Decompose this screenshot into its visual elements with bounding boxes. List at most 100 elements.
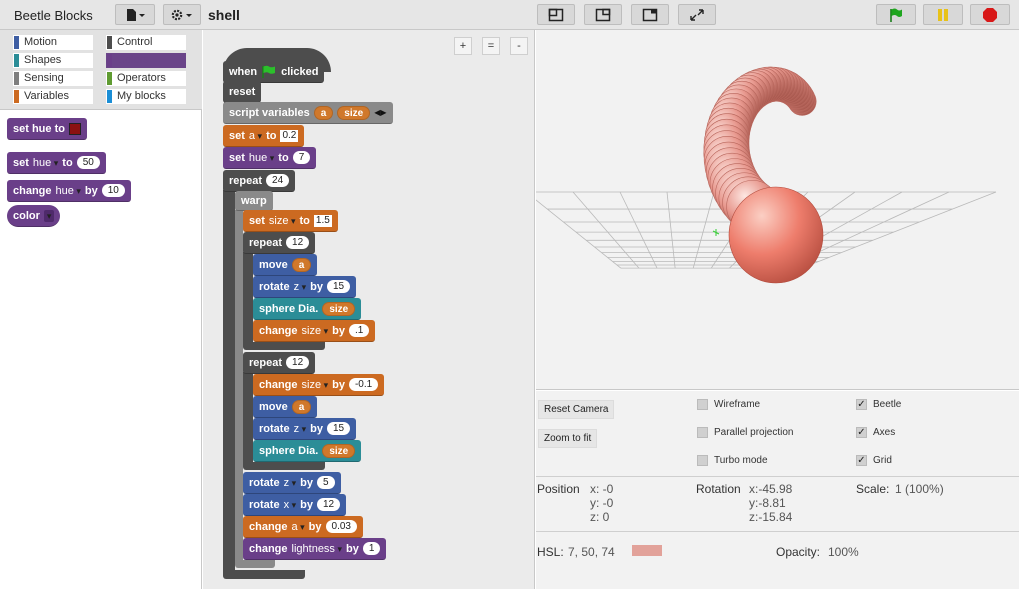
small-stage-button[interactable] bbox=[584, 4, 622, 25]
value-input[interactable]: 50 bbox=[76, 156, 100, 169]
stage-3d-view[interactable] bbox=[536, 30, 1019, 390]
turbo-mode-option[interactable]: Turbo mode bbox=[697, 455, 768, 466]
set-hue-block[interactable]: set hue to 50 bbox=[7, 152, 106, 174]
hue-dropdown[interactable]: hue bbox=[33, 157, 58, 169]
rotate-z-block[interactable]: rotate z by 15 bbox=[253, 276, 357, 298]
set-size-block[interactable]: set size to 1.5 bbox=[243, 210, 338, 232]
variable-dropdown[interactable]: a bbox=[292, 521, 305, 533]
category-my-blocks[interactable]: My blocks bbox=[106, 89, 186, 104]
variable-size[interactable]: size bbox=[322, 443, 356, 458]
category-control[interactable]: Control bbox=[106, 35, 186, 50]
hue-color-swatch[interactable] bbox=[68, 122, 81, 135]
variable-dropdown[interactable]: a bbox=[249, 130, 262, 142]
category-sensing[interactable]: Sensing bbox=[13, 71, 93, 86]
axes-option[interactable]: ✓ Axes bbox=[856, 427, 895, 438]
stage-only-button[interactable] bbox=[631, 4, 669, 25]
change-lightness-block[interactable]: change lightness by 1 bbox=[243, 538, 387, 560]
green-flag-button[interactable] bbox=[876, 4, 916, 25]
normal-stage-button[interactable] bbox=[537, 4, 575, 25]
value-input[interactable]: 7 bbox=[292, 151, 311, 164]
value-input[interactable]: 1 bbox=[362, 542, 381, 555]
fullscreen-button[interactable] bbox=[678, 4, 716, 25]
wireframe-checkbox[interactable] bbox=[697, 399, 708, 410]
variable-a[interactable]: a bbox=[313, 105, 334, 120]
axes-checkbox[interactable]: ✓ bbox=[856, 427, 867, 438]
beetle-checkbox[interactable]: ✓ bbox=[856, 399, 867, 410]
wireframe-option[interactable]: Wireframe bbox=[697, 399, 760, 410]
variable-dropdown[interactable]: size bbox=[269, 215, 296, 227]
rotate-z-block[interactable]: rotate z by 5 bbox=[243, 472, 341, 494]
value-input[interactable]: 10 bbox=[101, 184, 125, 197]
beetle-option[interactable]: ✓ Beetle bbox=[856, 399, 901, 410]
variable-dropdown[interactable]: size bbox=[302, 379, 329, 391]
move-block[interactable]: move a bbox=[253, 396, 318, 418]
parallel-projection-option[interactable]: Parallel projection bbox=[697, 427, 794, 438]
turbo-mode-checkbox[interactable] bbox=[697, 455, 708, 466]
change-size-block[interactable]: change size by -0.1 bbox=[253, 374, 385, 396]
reset-camera-button[interactable]: Reset Camera bbox=[538, 400, 615, 419]
parallel-projection-checkbox[interactable] bbox=[697, 427, 708, 438]
category-motion[interactable]: Motion bbox=[13, 35, 93, 50]
move-block[interactable]: move a bbox=[253, 254, 318, 276]
rotate-z-block[interactable]: rotate z by 15 bbox=[253, 418, 357, 440]
hue-dropdown[interactable]: hue bbox=[249, 152, 274, 164]
sphere-block[interactable]: sphere Dia. size bbox=[253, 298, 362, 320]
category-operators[interactable]: Operators bbox=[106, 71, 186, 86]
value-input[interactable]: 15 bbox=[326, 280, 351, 293]
stop-button[interactable] bbox=[970, 4, 1010, 25]
zoom-reset-button[interactable]: = bbox=[482, 37, 500, 55]
value-input[interactable]: 12 bbox=[286, 236, 310, 249]
axis-dropdown[interactable]: z bbox=[294, 423, 307, 435]
change-size-block[interactable]: change size by .1 bbox=[253, 320, 376, 342]
repeat-12-block[interactable]: repeat 12 bbox=[243, 232, 316, 254]
category-shapes[interactable]: Shapes bbox=[13, 53, 93, 68]
color-reporter-block[interactable]: color bbox=[7, 205, 61, 227]
set-hue-to-color-block[interactable]: set hue to bbox=[7, 118, 87, 140]
pause-button[interactable] bbox=[923, 4, 963, 25]
axis-dropdown[interactable]: z bbox=[294, 281, 307, 293]
arrows-icon[interactable]: ◀▶ bbox=[374, 108, 386, 117]
zoom-out-button[interactable]: - bbox=[510, 37, 528, 55]
grid-checkbox[interactable]: ✓ bbox=[856, 455, 867, 466]
value-input[interactable]: 5 bbox=[316, 476, 335, 489]
set-a-block[interactable]: set a to 0.2 bbox=[223, 125, 305, 147]
value-input[interactable]: 12 bbox=[316, 498, 341, 511]
variable-dropdown[interactable]: size bbox=[302, 325, 329, 337]
category-variables[interactable]: Variables bbox=[13, 89, 93, 104]
color-attribute-dropdown[interactable]: lightness bbox=[292, 543, 342, 555]
value-input[interactable]: .1 bbox=[348, 324, 370, 337]
script-variables-block[interactable]: script variables a size ◀▶ bbox=[223, 102, 393, 124]
variable-size[interactable]: size bbox=[322, 301, 356, 316]
hue-dropdown[interactable]: hue bbox=[56, 185, 81, 197]
block-label: warp bbox=[241, 194, 267, 207]
value-input[interactable]: 24 bbox=[266, 174, 290, 187]
variable-a[interactable]: a bbox=[291, 257, 312, 272]
repeat-24-block[interactable]: repeat 24 bbox=[223, 170, 296, 192]
axis-dropdown[interactable]: x bbox=[284, 499, 297, 511]
warp-block[interactable]: warp bbox=[235, 191, 273, 211]
value-input[interactable]: 0.2 bbox=[280, 129, 299, 142]
zoom-to-fit-button[interactable]: Zoom to fit bbox=[538, 429, 598, 448]
change-hue-block[interactable]: change hue by 10 bbox=[7, 180, 131, 202]
repeat-12-block[interactable]: repeat 12 bbox=[243, 352, 316, 374]
value-input[interactable]: 1.5 bbox=[313, 214, 332, 227]
variable-size[interactable]: size bbox=[337, 105, 371, 120]
set-hue-block[interactable]: set hue to 7 bbox=[223, 147, 317, 169]
category-colors[interactable]: Colors bbox=[106, 53, 186, 68]
when-flag-clicked-block[interactable]: when clicked bbox=[223, 61, 325, 83]
zoom-in-button[interactable]: + bbox=[454, 37, 472, 55]
grid-option[interactable]: ✓ Grid bbox=[856, 455, 892, 466]
axis-dropdown[interactable]: z bbox=[284, 477, 297, 489]
file-menu-button[interactable] bbox=[115, 4, 155, 25]
color-dropdown[interactable] bbox=[43, 209, 55, 222]
value-input[interactable]: -0.1 bbox=[348, 378, 379, 391]
value-input[interactable]: 12 bbox=[286, 356, 310, 369]
value-input[interactable]: 15 bbox=[326, 422, 351, 435]
rotate-x-block[interactable]: rotate x by 12 bbox=[243, 494, 347, 516]
sphere-block[interactable]: sphere Dia. size bbox=[253, 440, 362, 462]
settings-menu-button[interactable] bbox=[163, 4, 201, 25]
value-input[interactable]: 0.03 bbox=[325, 520, 357, 533]
change-a-block[interactable]: change a by 0.03 bbox=[243, 516, 363, 538]
reset-block[interactable]: reset bbox=[223, 81, 262, 103]
variable-a[interactable]: a bbox=[291, 399, 312, 414]
